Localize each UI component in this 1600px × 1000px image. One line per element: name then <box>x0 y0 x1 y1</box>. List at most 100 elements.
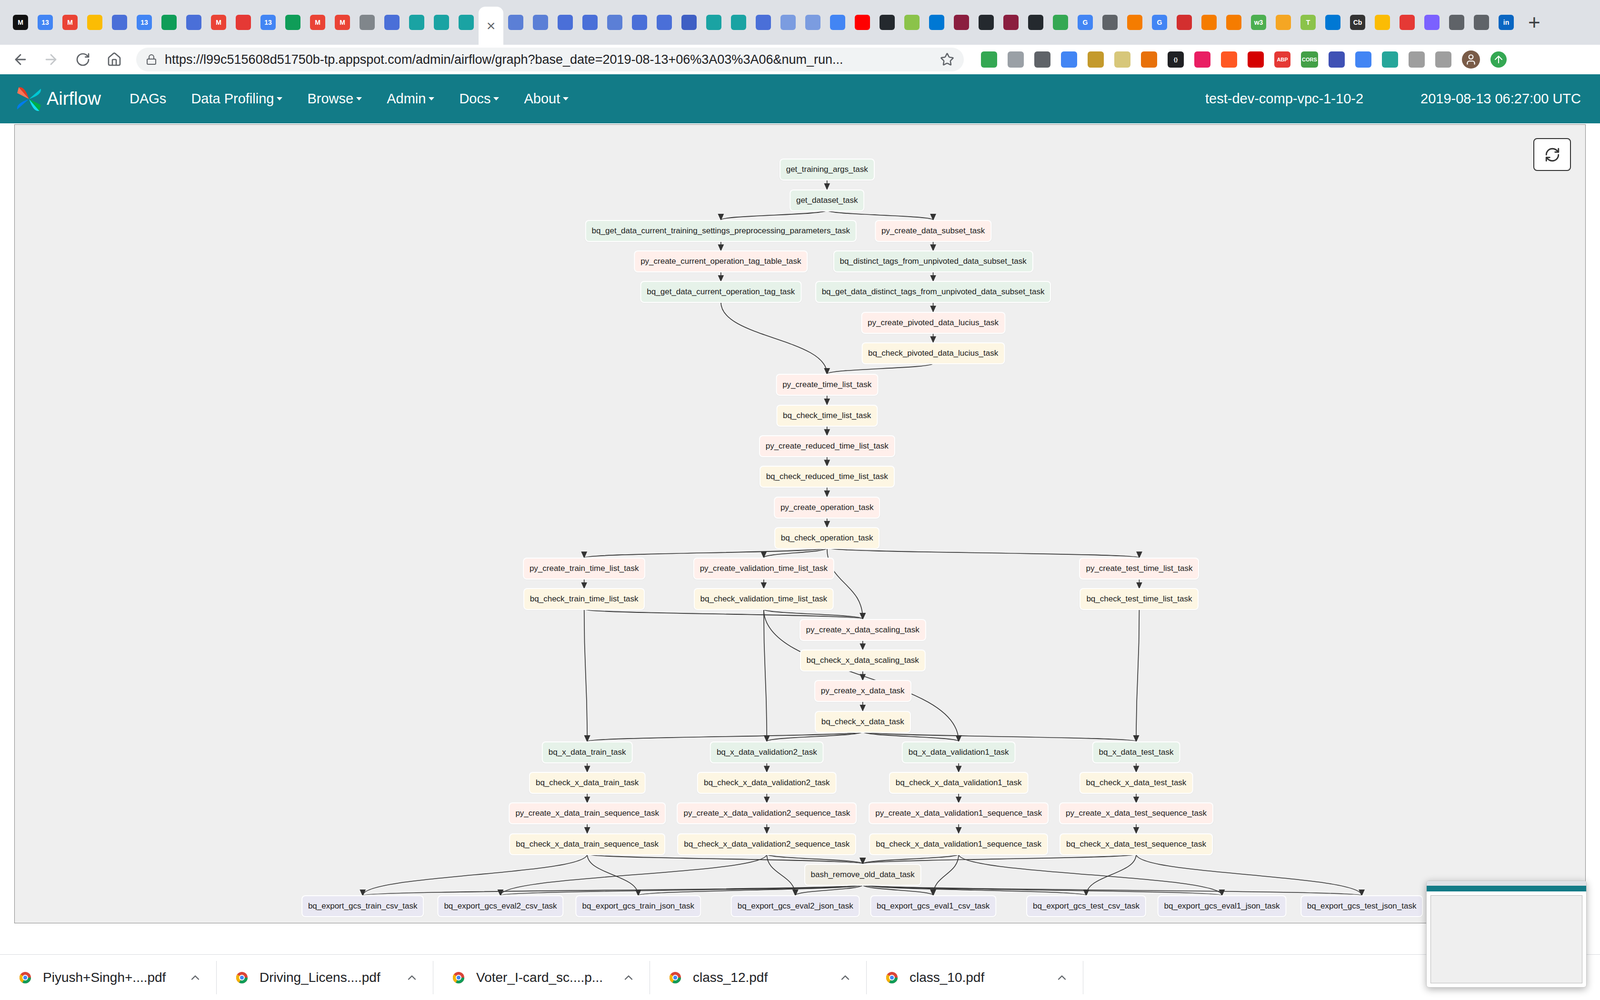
extension-icon[interactable] <box>980 51 998 68</box>
task-node[interactable]: py_create_train_time_list_task <box>523 558 645 579</box>
browser-tab[interactable]: G <box>1147 0 1172 45</box>
brand-name[interactable]: Airflow <box>46 85 101 113</box>
task-node[interactable]: bash_remove_old_data_task <box>805 864 921 885</box>
browser-tab[interactable] <box>1370 0 1395 45</box>
nav-menu-item[interactable]: Docs <box>459 88 500 110</box>
browser-tab[interactable]: 13 <box>32 0 58 45</box>
task-node[interactable]: bq_check_time_list_task <box>777 405 877 426</box>
task-node[interactable]: bq_check_reduced_time_list_task <box>760 466 894 487</box>
browser-tab[interactable]: M <box>57 0 83 45</box>
task-node[interactable]: bq_check_x_data_test_sequence_task <box>1060 834 1212 855</box>
task-node[interactable]: bq_check_pivoted_data_lucius_task <box>862 343 1004 364</box>
browser-tab[interactable] <box>1221 0 1247 45</box>
url-text[interactable]: https://l99c515608d51750b-tp.appspot.com… <box>164 50 936 70</box>
download-file-name[interactable]: Voter_I-card_sc....p... <box>476 967 611 988</box>
task-node[interactable]: py_create_x_data_validation1_sequence_ta… <box>869 803 1048 824</box>
refresh-button[interactable] <box>1533 138 1571 171</box>
task-node[interactable]: py_create_validation_time_list_task <box>694 558 834 579</box>
browser-tab[interactable] <box>280 0 306 45</box>
extension-icon[interactable] <box>1194 51 1211 68</box>
browser-tab[interactable]: in <box>1493 0 1519 45</box>
task-node[interactable]: py_create_current_operation_tag_table_ta… <box>634 251 807 272</box>
chevron-up-icon[interactable] <box>405 970 419 985</box>
extension-icon[interactable]: CORS <box>1300 51 1319 68</box>
browser-tab[interactable] <box>354 0 380 45</box>
bookmark-star-icon[interactable] <box>940 52 955 67</box>
task-node[interactable]: bq_export_gcs_test_csv_task <box>1027 896 1146 917</box>
browser-tab[interactable] <box>726 0 751 45</box>
browser-tab[interactable] <box>800 0 826 45</box>
browser-tab[interactable] <box>1444 0 1470 45</box>
extension-icon[interactable] <box>1220 51 1238 68</box>
browser-tab[interactable] <box>1270 0 1296 45</box>
browser-tab[interactable] <box>701 0 727 45</box>
task-node[interactable]: bq_check_test_time_list_task <box>1080 589 1198 610</box>
extension-icon[interactable] <box>1381 51 1399 68</box>
task-node[interactable]: bq_export_gcs_eval2_csv_task <box>438 896 563 917</box>
task-node[interactable]: bq_export_gcs_eval1_csv_task <box>870 896 996 917</box>
download-item[interactable]: class_10.pdf <box>866 960 1084 995</box>
task-node[interactable]: bq_x_data_validation1_task <box>902 742 1015 763</box>
browser-tab[interactable]: M <box>330 0 355 45</box>
browser-tab[interactable] <box>453 0 479 45</box>
chevron-up-icon[interactable] <box>621 970 636 985</box>
task-node[interactable]: bq_export_gcs_train_json_task <box>576 896 700 917</box>
chevron-up-icon[interactable] <box>188 970 202 985</box>
task-node[interactable]: bq_export_gcs_train_csv_task <box>302 896 424 917</box>
task-node[interactable]: get_training_args_task <box>780 159 874 180</box>
browser-tab[interactable]: w3 <box>1246 0 1271 45</box>
close-tab-button[interactable]: × <box>486 18 496 34</box>
task-node[interactable]: bq_check_validation_time_list_task <box>694 589 834 610</box>
task-node[interactable]: py_create_x_data_scaling_task <box>800 620 926 640</box>
extension-icon[interactable] <box>1435 51 1452 68</box>
browser-tab[interactable] <box>82 0 108 45</box>
browser-tab[interactable] <box>676 0 702 45</box>
browser-tab[interactable] <box>1394 0 1420 45</box>
browser-tab[interactable] <box>552 0 578 45</box>
browser-tab[interactable] <box>156 0 182 45</box>
browser-tab[interactable] <box>627 0 652 45</box>
browser-tab[interactable]: T <box>1295 0 1321 45</box>
task-node[interactable]: bq_check_x_data_validation1_task <box>890 772 1028 793</box>
browser-tab[interactable] <box>429 0 454 45</box>
task-node[interactable]: bq_check_operation_task <box>775 528 880 549</box>
forward-arrow-icon[interactable] <box>42 51 60 68</box>
extension-icon[interactable] <box>1060 51 1078 68</box>
browser-tab[interactable] <box>973 0 999 45</box>
back-arrow-icon[interactable] <box>12 51 29 68</box>
browser-tab[interactable] <box>750 0 776 45</box>
extension-icon[interactable] <box>1140 51 1158 68</box>
browser-tab[interactable] <box>775 0 801 45</box>
task-node[interactable]: bq_export_gcs_eval2_json_task <box>731 896 860 917</box>
task-node[interactable]: py_create_x_data_test_sequence_task <box>1060 803 1213 824</box>
task-node[interactable]: py_create_reduced_time_list_task <box>760 436 895 457</box>
download-item[interactable]: Voter_I-card_sc....p... <box>433 960 650 995</box>
task-node[interactable]: bq_check_train_time_list_task <box>524 589 645 610</box>
task-node[interactable]: py_create_x_data_validation2_sequence_ta… <box>677 803 856 824</box>
task-node[interactable]: py_create_time_list_task <box>776 374 878 395</box>
task-node[interactable]: py_create_x_data_task <box>815 680 911 701</box>
browser-tab[interactable]: M <box>305 0 330 45</box>
screenshot-thumbnail[interactable] <box>1426 880 1587 988</box>
browser-tab[interactable] <box>1196 0 1222 45</box>
extension-icon[interactable]: {} <box>1167 51 1184 68</box>
browser-tab[interactable] <box>404 0 430 45</box>
browser-tab[interactable] <box>1419 0 1445 45</box>
task-node[interactable]: bq_check_x_data_validation2_sequence_tas… <box>678 834 856 855</box>
browser-tab[interactable] <box>899 0 925 45</box>
task-node[interactable]: get_dataset_task <box>790 190 864 211</box>
extension-icon[interactable]: ABP <box>1274 51 1291 68</box>
extension-icon[interactable] <box>1355 51 1372 68</box>
task-node[interactable]: bq_x_data_test_task <box>1093 742 1180 763</box>
task-node[interactable]: py_create_operation_task <box>774 497 880 518</box>
extension-icon[interactable] <box>1034 51 1051 68</box>
download-file-name[interactable]: class_12.pdf <box>692 967 828 988</box>
browser-tab[interactable] <box>1122 0 1148 45</box>
browser-tab[interactable] <box>850 0 875 45</box>
task-node[interactable]: py_create_x_data_train_sequence_task <box>509 803 665 824</box>
download-item[interactable]: Piyush+Singh+....pdf <box>0 960 217 995</box>
browser-tab[interactable] <box>577 0 603 45</box>
task-node[interactable]: bq_check_x_data_task <box>815 711 910 732</box>
nav-menu-item[interactable]: Browse <box>307 88 362 110</box>
browser-tab[interactable] <box>1048 0 1073 45</box>
